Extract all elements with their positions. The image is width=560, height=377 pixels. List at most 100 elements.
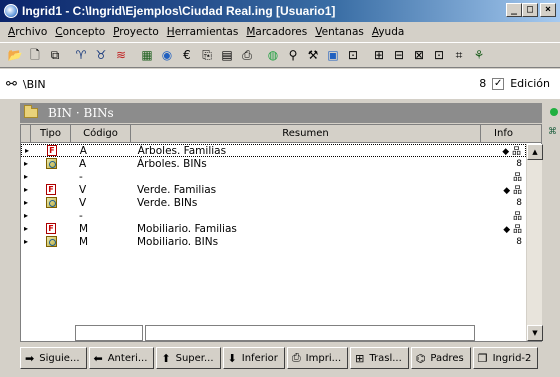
minimize-button[interactable]: _ [506, 3, 522, 17]
table-row[interactable]: ▸ M Mobiliario. BINs 8 [21, 235, 526, 248]
nav-label: Ingrid-2 [492, 352, 532, 364]
row-info: ◆ 品 [503, 186, 522, 196]
code-input[interactable] [75, 325, 143, 341]
stack-icon[interactable]: ▣ [324, 46, 342, 64]
search-tool-icon[interactable]: ⚲ [284, 46, 302, 64]
row-resumen: Verde. Familias [137, 183, 217, 196]
binoculars-icon[interactable]: ⚯ [6, 77, 17, 92]
table-row[interactable]: ▸ F A Árboles. Familias ◆ 品 [21, 144, 526, 157]
nav-label: Padres [430, 352, 464, 364]
table-icon[interactable]: ▤ [218, 46, 236, 64]
nav-label: Super... [175, 352, 214, 364]
row-codigo: V [79, 183, 87, 196]
new-icon[interactable]: 🗋 [26, 46, 44, 64]
tool-2-icon[interactable]: ♉ [92, 46, 110, 64]
menu-ayuda[interactable]: Ayuda [368, 26, 408, 38]
menu-proyecto[interactable]: Proyecto [109, 26, 163, 38]
row-arrow-icon[interactable]: ▸ [21, 185, 31, 194]
nav-label: Impri... [305, 352, 342, 364]
tree-icon[interactable]: ⊡ [344, 46, 362, 64]
vertical-scrollbar[interactable]: ▲ ▼ [526, 144, 543, 341]
header-codigo[interactable]: Código [71, 125, 131, 142]
path-right: 8 ✓ Edición [479, 77, 550, 90]
menu-archivo[interactable]: Archivo [4, 26, 51, 38]
imprimir-icon: ⎙ [291, 351, 301, 364]
row-arrow-icon[interactable]: ▸ [21, 224, 31, 233]
status-indicator [550, 108, 558, 116]
window-controls: _ □ × [506, 3, 556, 17]
summary-input[interactable] [145, 325, 475, 341]
tool-8-icon[interactable]: ⊡ [430, 46, 448, 64]
row-tipo [31, 236, 71, 247]
menu-ventanas[interactable]: Ventanas [311, 26, 368, 38]
row-resumen: Árboles. BINs [137, 157, 207, 170]
group-title: BIN · BINs [48, 106, 114, 120]
header-info[interactable]: Info [481, 125, 526, 142]
app-icon [4, 4, 18, 18]
edicion-label: Edición [510, 77, 550, 90]
tool-5-icon[interactable]: ⊞ [370, 46, 388, 64]
close-button[interactable]: × [540, 3, 556, 17]
row-codigo: M [79, 235, 89, 248]
hammer-icon[interactable]: ⚒ [304, 46, 322, 64]
item-count: 8 [479, 77, 487, 90]
menu-herramientas[interactable]: Herramientas [163, 26, 243, 38]
row-codigo: - [79, 209, 83, 222]
bin-icon [45, 236, 57, 247]
scroll-up-button[interactable]: ▲ [527, 144, 543, 160]
row-arrow-icon[interactable]: ▸ [21, 172, 31, 181]
inferior-button[interactable]: ⬇ Inferior [222, 347, 285, 369]
maximize-button[interactable]: □ [522, 3, 538, 17]
globe-icon[interactable]: ◉ [158, 46, 176, 64]
pages-icon[interactable]: ⎘ [198, 46, 216, 64]
family-icon: F [46, 223, 56, 234]
row-info: ◆ 品 [502, 147, 521, 157]
trasladar-button[interactable]: ⊞ Trasl... [350, 347, 409, 369]
padres-button[interactable]: ⌬ Padres [410, 347, 471, 369]
table-row[interactable]: ▸ A Árboles. BINs 8 [21, 157, 526, 170]
table-row[interactable]: ▸ V Verde. BINs 8 [21, 196, 526, 209]
help-icon[interactable]: ⚘ [470, 46, 488, 64]
row-arrow-icon[interactable]: ▸ [22, 146, 32, 155]
header-tipo[interactable]: Tipo [31, 125, 71, 142]
copy-icon[interactable]: ⧉ [46, 46, 64, 64]
title-bar: Ingrid1 - C:\Ingrid\Ejemplos\Ciudad Real… [0, 0, 560, 22]
euro-icon[interactable]: € [178, 46, 196, 64]
tool-9-icon[interactable]: ⌗ [450, 46, 468, 64]
row-arrow-icon[interactable]: ▸ [21, 237, 31, 246]
superior-button[interactable]: ⬆ Super... [156, 347, 221, 369]
row-arrow-icon[interactable]: ▸ [21, 198, 31, 207]
table-row[interactable]: ▸ F M Mobiliario. Familias ◆ 品 [21, 222, 526, 236]
anterior-button[interactable]: ⬅ Anteri... [88, 347, 155, 369]
row-arrow-icon[interactable]: ▸ [21, 159, 31, 168]
table-row[interactable]: ▸ - 品 [21, 170, 526, 184]
row-arrow-icon[interactable]: ▸ [21, 211, 31, 220]
tool-6-icon[interactable]: ⊟ [390, 46, 408, 64]
menu-concepto[interactable]: Concepto [51, 26, 109, 38]
tool-1-icon[interactable]: ♈ [72, 46, 90, 64]
tool-3-icon[interactable]: ≋ [112, 46, 130, 64]
table-row[interactable]: ▸ - 品 [21, 209, 526, 223]
toolbar: 📂 🗋 ⧉ ♈ ♉ ≋ ▦ ◉ € ⎘ ▤ ⎙ ◍ ⚲ ⚒ ▣ ⊡ ⊞ ⊟ ⊠ … [0, 42, 560, 68]
table-row[interactable]: ▸ F V Verde. Familias ◆ 品 [21, 183, 526, 197]
ingrid2-icon: ❐ [477, 351, 488, 365]
imprimir-button[interactable]: ⎙ Impri... [286, 347, 349, 369]
header-spacer [21, 125, 31, 142]
header-resumen[interactable]: Resumen [131, 125, 481, 142]
open-icon[interactable]: 📂 [6, 46, 24, 64]
menu-marcadores[interactable]: Marcadores [242, 26, 311, 38]
tree-toggle-icon[interactable]: ⌘ [548, 127, 557, 137]
siguiente-button[interactable]: ➡ Siguie... [20, 347, 87, 369]
tool-4-icon[interactable]: ▦ [138, 46, 156, 64]
edicion-checkbox[interactable]: ✓ [492, 77, 505, 90]
tool-7-icon[interactable]: ⊠ [410, 46, 428, 64]
row-info: 8 [516, 197, 522, 208]
row-info: 8 [516, 158, 522, 169]
navigation-bar: ➡ Siguie... ⬅ Anteri... ⬆ Super... ⬇ Inferior ⎙ I… [20, 346, 560, 370]
padres-icon: ⌬ [415, 351, 426, 365]
superior-icon: ⬆ [161, 351, 171, 365]
path-text: \BIN [22, 77, 46, 91]
ingrid2-button[interactable]: ❐ Ingrid-2 [472, 347, 539, 369]
earth-icon[interactable]: ◍ [264, 46, 282, 64]
print-icon[interactable]: ⎙ [238, 46, 256, 64]
